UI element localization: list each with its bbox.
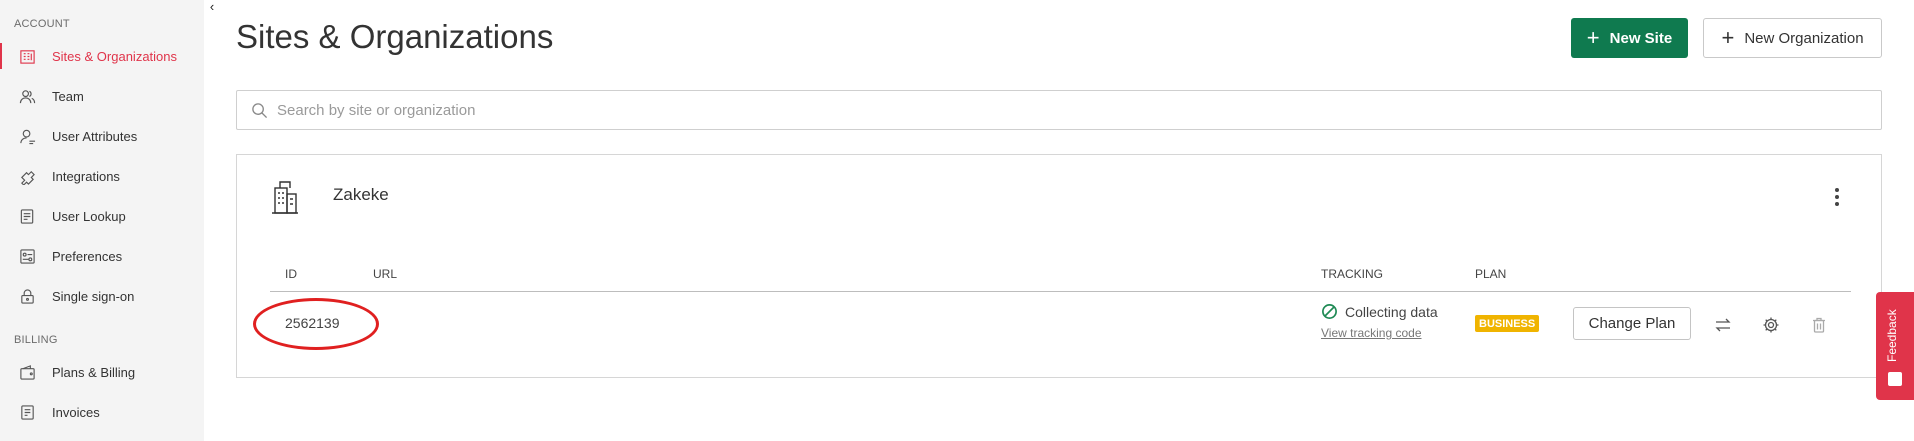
more-options-icon[interactable] (1827, 185, 1847, 209)
sidebar-item-label: Preferences (52, 248, 123, 264)
user-attributes-icon (18, 127, 36, 145)
tracking-status-text: Collecting data (1345, 303, 1438, 320)
feedback-tab[interactable]: Feedback (1876, 292, 1914, 400)
view-tracking-code-link[interactable]: View tracking code (1321, 326, 1438, 340)
sidebar-item-team[interactable]: Team (0, 79, 204, 113)
sidebar-item-invoices[interactable]: Invoices (0, 395, 204, 429)
column-header-url: URL (373, 267, 398, 281)
collecting-status-icon (1322, 304, 1337, 319)
invoice-icon (18, 403, 36, 421)
new-site-label: New Site (1609, 29, 1673, 47)
organization-building-icon (272, 181, 298, 214)
sidebar-item-label: Single sign-on (52, 288, 135, 304)
sidebar-item-label: User Lookup (52, 208, 126, 224)
users-icon (18, 87, 36, 105)
sidebar-item-sites-organizations[interactable]: Sites & Organizations (0, 39, 204, 73)
billing-section-label: BILLING (14, 334, 58, 346)
sidebar-item-integrations[interactable]: Integrations (0, 159, 204, 193)
organization-name: Zakeke (333, 185, 389, 204)
feedback-icon (1888, 372, 1902, 386)
settings-gear-icon[interactable] (1761, 315, 1781, 335)
column-header-id: ID (285, 267, 297, 281)
sidebar: ACCOUNT Sites & Organizations Team User … (0, 0, 204, 441)
column-header-tracking: TRACKING (1321, 267, 1384, 281)
building-icon (18, 47, 36, 65)
highlight-annotation (253, 298, 379, 350)
wallet-icon (18, 363, 36, 381)
sidebar-item-label: Invoices (52, 404, 100, 420)
table-divider (270, 291, 1851, 292)
transfer-icon[interactable] (1713, 315, 1733, 335)
change-plan-button[interactable]: Change Plan (1573, 307, 1691, 340)
lock-icon (18, 287, 36, 305)
puzzle-icon (18, 167, 36, 185)
trash-icon[interactable] (1809, 315, 1829, 335)
search-icon (252, 103, 268, 119)
organization-card: Zakeke ID URL TRACKING PLAN 2562139 Coll… (236, 154, 1882, 378)
sidebar-item-label: Integrations (52, 168, 120, 184)
plus-icon: + (1586, 25, 1600, 50)
search-box (236, 90, 1882, 130)
new-organization-label: New Organization (1744, 29, 1864, 47)
new-organization-button[interactable]: + New Organization (1703, 18, 1882, 58)
sidebar-item-single-sign-on[interactable]: Single sign-on (0, 279, 204, 313)
account-section-label: ACCOUNT (14, 18, 70, 30)
sidebar-item-label: User Attributes (52, 128, 138, 144)
sidebar-item-label: Plans & Billing (52, 364, 136, 380)
preferences-icon (18, 247, 36, 265)
app: ACCOUNT Sites & Organizations Team User … (0, 0, 1914, 441)
user-lookup-icon (18, 207, 36, 225)
page-title: Sites & Organizations (236, 18, 554, 55)
feedback-label: Feedback (1885, 309, 1899, 362)
plan-badge: BUSINESS (1475, 315, 1540, 332)
plus-icon: + (1721, 25, 1735, 50)
collapse-sidebar-button[interactable]: ‹ (204, 0, 220, 14)
sidebar-item-user-lookup[interactable]: User Lookup (0, 199, 204, 233)
sidebar-item-label: Sites & Organizations (52, 48, 178, 64)
sidebar-item-user-attributes[interactable]: User Attributes (0, 119, 204, 153)
sidebar-item-preferences[interactable]: Preferences (0, 239, 204, 273)
new-site-button[interactable]: + New Site (1571, 18, 1688, 58)
sidebar-item-plans-billing[interactable]: Plans & Billing (0, 355, 204, 389)
sidebar-item-label: Team (52, 88, 84, 104)
search-input[interactable] (277, 91, 1867, 129)
tracking-status: Collecting data (1321, 303, 1438, 320)
tracking-cell: Collecting data View tracking code (1321, 303, 1438, 341)
column-header-plan: PLAN (1475, 267, 1507, 281)
